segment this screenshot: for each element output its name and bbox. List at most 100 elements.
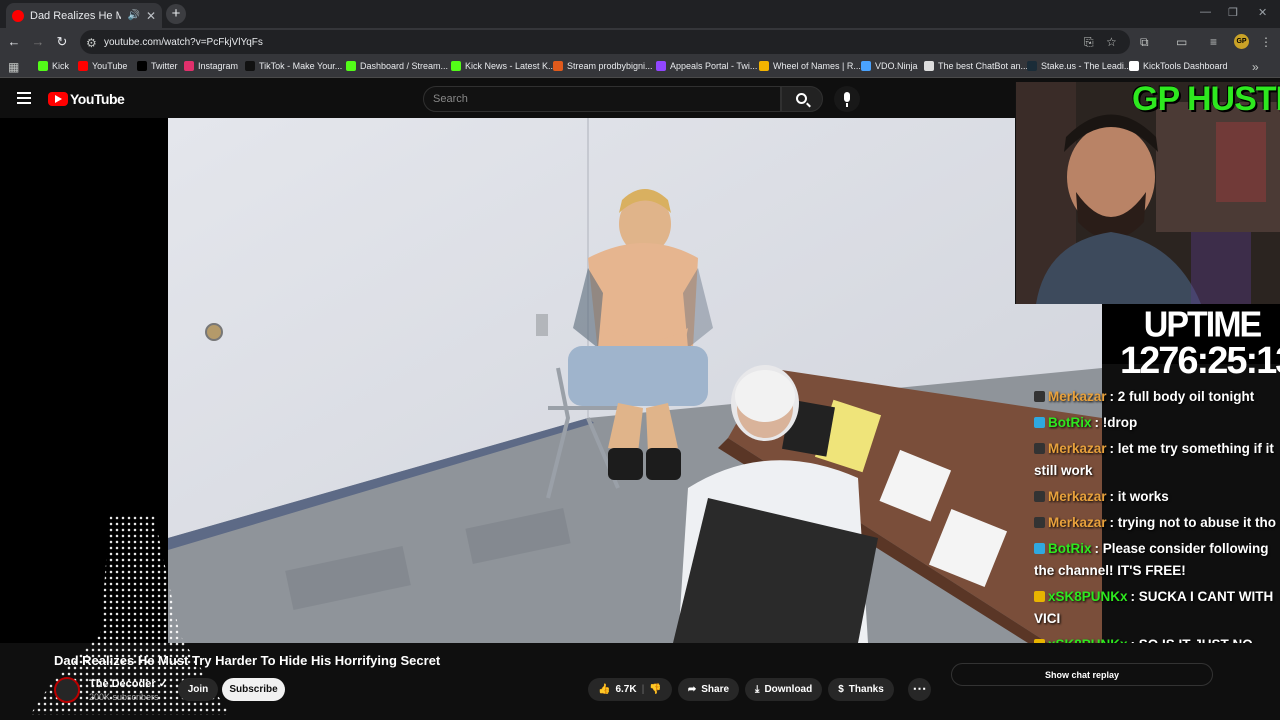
close-window-icon[interactable]: ✕ — [1258, 6, 1267, 19]
video-title: Dad Realizes He Must Try Harder To Hide … — [54, 653, 441, 668]
hamburger-menu-icon[interactable] — [17, 92, 31, 104]
bookmark-item[interactable]: VDO.Ninja — [861, 61, 918, 71]
browser-tab[interactable]: Dad Realizes He Must Try H 🔊 ✕ — [6, 3, 162, 28]
bookmark-favicon-icon — [1129, 61, 1139, 71]
like-count: 6.7K — [615, 684, 637, 695]
channel-name[interactable]: The Decoder ✓ — [89, 677, 168, 690]
search-placeholder: Search — [433, 93, 468, 105]
install-app-icon[interactable]: ⎘ — [1084, 35, 1094, 50]
like-button[interactable]: 👍 6.7K | 👎 — [588, 678, 672, 701]
bookmark-label: Appeals Portal - Twi... — [670, 61, 758, 71]
thumbs-down-icon[interactable]: 👎 — [649, 684, 661, 695]
bookmark-item[interactable]: Instagram — [184, 61, 238, 71]
bookmark-label: The best ChatBot an... — [938, 61, 1029, 71]
chat-badge-icon — [1034, 491, 1045, 502]
new-tab-button[interactable]: + — [166, 4, 186, 24]
search-button[interactable] — [781, 86, 823, 112]
url-text: youtube.com/watch?v=PcFkjVlYqFs — [104, 37, 263, 48]
webcam-title-text: GP HUSTLA — [1132, 80, 1280, 118]
bookmark-label: YouTube — [92, 61, 128, 71]
extensions-icon[interactable]: ⧉ — [1140, 35, 1149, 50]
bookmark-item[interactable]: TikTok - Make Your... — [245, 61, 342, 71]
bookmark-favicon-icon — [78, 61, 88, 71]
bookmark-label: VDO.Ninja — [875, 61, 918, 71]
chat-message: Merkazar: trying not to abuse it tho — [1034, 512, 1280, 534]
chat-badge-icon — [1034, 417, 1045, 428]
audio-playing-icon[interactable]: 🔊 — [127, 10, 139, 21]
media-controls-icon[interactable]: ≡ — [1210, 35, 1217, 49]
voice-search-icon[interactable] — [834, 86, 860, 112]
chat-username: Merkazar — [1048, 489, 1107, 504]
more-bookmarks-icon[interactable]: » — [1252, 60, 1259, 74]
minimize-icon[interactable]: — — [1200, 6, 1211, 18]
bookmark-item[interactable]: Kick — [38, 61, 69, 71]
profile-avatar[interactable]: GP — [1234, 34, 1249, 49]
bookmark-label: Dashboard / Stream... — [360, 61, 449, 71]
youtube-logo-icon[interactable] — [48, 92, 68, 106]
search-input[interactable] — [423, 86, 781, 112]
apps-grid-icon[interactable]: ▦ — [8, 60, 19, 74]
subscribe-button[interactable]: Subscribe — [222, 678, 285, 701]
bookmark-star-icon[interactable]: ☆ — [1106, 35, 1117, 49]
bookmark-favicon-icon — [1027, 61, 1037, 71]
bookmark-item[interactable]: Dashboard / Stream... — [346, 61, 448, 71]
chat-username: Merkazar — [1048, 441, 1107, 456]
search-icon — [796, 93, 807, 104]
bookmark-item[interactable]: YouTube — [78, 61, 127, 71]
thanks-icon: $ — [838, 684, 844, 695]
bookmark-item[interactable]: KickTools Dashboard — [1129, 61, 1228, 71]
bookmark-label: Kick News - Latest K... — [465, 61, 556, 71]
youtube-favicon-icon — [12, 9, 24, 22]
chat-message: xSK8PUNKx: SUCKA I CANT WITH VICI — [1034, 586, 1280, 630]
bookmark-item[interactable]: The best ChatBot an... — [924, 61, 1028, 71]
download-button[interactable]: ⤓ Download — [745, 678, 823, 701]
share-icon: ➦ — [687, 684, 697, 695]
bookmark-favicon-icon — [553, 61, 563, 71]
bookmarks-bar: ▦ Kick YouTube Twitter Instagram TikTok - Ma… — [0, 56, 1280, 78]
menu-kebab-icon[interactable]: ⋮ — [1260, 35, 1272, 49]
bookmark-item[interactable]: Wheel of Names | R... — [759, 61, 861, 71]
chat-badge-icon — [1034, 591, 1045, 602]
close-tab-icon[interactable]: ✕ — [146, 9, 156, 23]
subscriber-count: 200K subscribers — [89, 692, 159, 702]
bookmark-favicon-icon — [245, 61, 255, 71]
chat-text: : trying not to abuse it tho — [1109, 515, 1277, 530]
bookmark-item[interactable]: Stake.us - The Leadi... — [1027, 61, 1131, 71]
thanks-button[interactable]: $ Thanks — [828, 678, 894, 701]
chat-username: Merkazar — [1048, 515, 1107, 530]
video-actions: 👍 6.7K | 👎 ➦ Share ⤓ Download $ Thanks — [588, 678, 894, 701]
maximize-icon[interactable]: ❐ — [1228, 6, 1238, 19]
bookmark-item[interactable]: Appeals Portal - Twi... — [656, 61, 757, 71]
forward-icon[interactable]: → — [30, 34, 46, 49]
site-info-icon[interactable]: ⚙ — [86, 36, 97, 50]
share-label: Share — [701, 684, 730, 695]
uptime-value: 1276:25:13 — [1120, 340, 1280, 382]
chat-badge-icon — [1034, 517, 1045, 528]
video-left-letterbox — [0, 118, 168, 643]
bookmark-label: Twitter — [151, 61, 178, 71]
tab-title: Dad Realizes He Must Try H — [30, 9, 122, 22]
stream-chat-overlay: Merkazar: 2 full body oil tonight BotRix:… — [1034, 386, 1280, 682]
share-button[interactable]: ➦ Share — [677, 678, 740, 701]
channel-avatar[interactable] — [54, 677, 80, 703]
bookmark-favicon-icon — [924, 61, 934, 71]
reload-icon[interactable]: ↻ — [54, 34, 70, 50]
bookmark-item[interactable]: Twitter — [137, 61, 178, 71]
bookmark-favicon-icon — [861, 61, 871, 71]
chat-username: BotRix — [1048, 541, 1092, 556]
video-player[interactable] — [168, 118, 1102, 643]
bookmark-favicon-icon — [346, 61, 356, 71]
download-icon: ⤓ — [755, 684, 760, 695]
chat-username: BotRix — [1048, 415, 1092, 430]
bookmark-item[interactable]: Stream prodbybigni... — [553, 61, 653, 71]
youtube-logo-text[interactable]: YouTube — [70, 91, 125, 107]
browser-tab-bar: Dad Realizes He Must Try H 🔊 ✕ + — ❐ ✕ — [0, 0, 1280, 28]
bookmark-label: Stream prodbybigni... — [567, 61, 653, 71]
join-button[interactable]: Join — [178, 678, 218, 701]
bookmark-label: Wheel of Names | R... — [773, 61, 861, 71]
bookmark-item[interactable]: Kick News - Latest K... — [451, 61, 556, 71]
more-actions-icon[interactable]: ⋯ — [908, 678, 931, 701]
show-chat-replay-button[interactable]: Show chat replay — [951, 663, 1213, 686]
back-icon[interactable]: ← — [6, 34, 22, 49]
cast-icon[interactable]: ▭ — [1176, 35, 1187, 49]
